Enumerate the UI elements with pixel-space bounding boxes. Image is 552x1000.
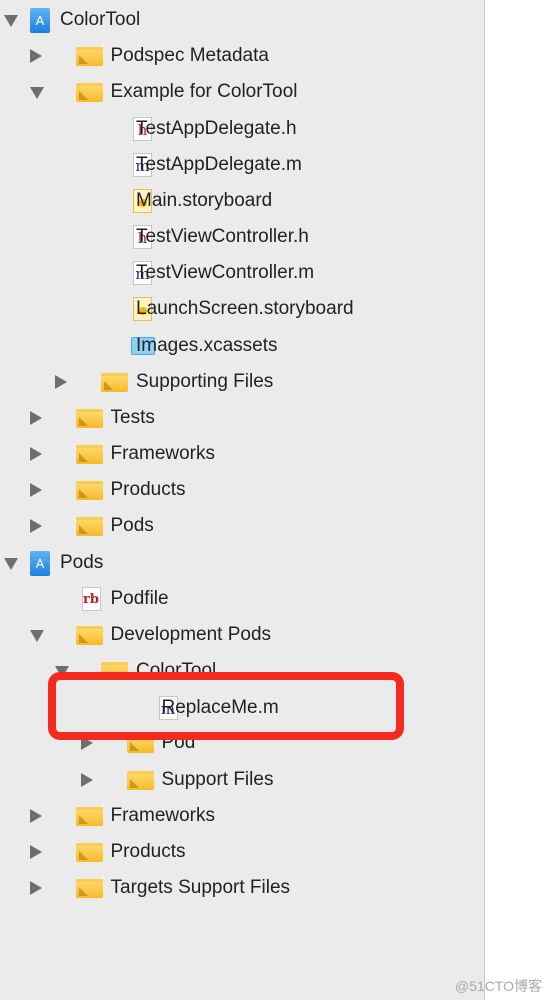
disclosure-collapsed-icon[interactable] (29, 49, 42, 64)
navigator-item[interactable]: Targets Support Files (0, 870, 484, 906)
navigator-item[interactable]: Frameworks (0, 798, 484, 834)
watermark: @51CTO博客 (454, 978, 542, 994)
disclosure-collapsed-icon[interactable] (29, 410, 42, 425)
navigator-item-label: Frameworks (110, 443, 216, 465)
disclosure-collapsed-icon[interactable] (29, 447, 42, 462)
navigator-item[interactable]: LaunchScreen.storyboard (0, 291, 484, 327)
navigator-item[interactable]: Support Files (0, 762, 484, 798)
navigator-item[interactable]: m ReplaceMe.m (0, 690, 484, 726)
folder-icon (75, 517, 103, 537)
disclosure-collapsed-icon[interactable] (29, 844, 42, 859)
navigator-item[interactable]: A Pods (0, 545, 484, 581)
disclosure-expanded-icon[interactable] (29, 87, 44, 100)
disclosure-expanded-icon[interactable] (4, 557, 18, 570)
ruby-file-icon: rb (81, 586, 101, 611)
navigator-item-label: Frameworks (110, 804, 216, 826)
navigator-item[interactable]: Development Pods (0, 617, 484, 653)
navigator-item-label: TestViewController.m (136, 262, 315, 284)
navigator-item-label: TestViewController.h (136, 226, 309, 248)
navigator-item-label: Support Files (161, 768, 274, 790)
folder-icon (75, 806, 103, 826)
navigator-item[interactable]: Pods (0, 508, 484, 544)
navigator-item-label: TestAppDelegate.m (136, 153, 302, 175)
navigator-item-label: Podfile (110, 587, 169, 609)
navigator-item-label: Targets Support Files (110, 877, 291, 899)
navigator-item[interactable]: Podspec Metadata (0, 38, 484, 74)
navigator-item-label: Tests (110, 406, 155, 428)
disclosure-collapsed-icon[interactable] (80, 772, 93, 787)
navigator-item-label: ColorTool (60, 9, 141, 30)
navigator-item-label: Example for ColorTool (110, 81, 298, 103)
navigator-item[interactable]: Supporting Files (0, 364, 484, 400)
disclosure-collapsed-icon[interactable] (29, 519, 42, 534)
navigator-item-label: Products (110, 840, 186, 862)
navigator-item[interactable]: h TestViewController.h (0, 219, 484, 255)
navigator-item-label: Images.xcassets (136, 334, 278, 356)
disclosure-collapsed-icon[interactable] (29, 808, 42, 823)
folder-icon (75, 481, 103, 501)
navigator-item[interactable]: Frameworks (0, 436, 484, 472)
folder-icon (75, 842, 103, 862)
folder-icon (126, 770, 154, 790)
navigator-item-label: ReplaceMe.m (161, 697, 279, 718)
navigator-item[interactable]: A ColorTool (0, 2, 484, 38)
project-icon: A (30, 550, 50, 576)
disclosure-collapsed-icon[interactable] (29, 483, 42, 498)
disclosure-expanded-icon[interactable] (4, 15, 18, 27)
navigator-item-label: Pods (60, 551, 104, 573)
disclosure-collapsed-icon[interactable] (55, 374, 67, 389)
disclosure-expanded-icon[interactable] (29, 629, 44, 642)
editor-area (485, 0, 552, 1000)
project-navigator: A ColorTool Podspec Metadata Example for Co… (0, 0, 485, 1000)
folder-icon (75, 83, 103, 103)
navigator-item-label: Main.storyboard (136, 189, 273, 211)
navigator-item-label: Products (110, 479, 186, 501)
navigator-item[interactable]: Products (0, 472, 484, 508)
navigator-item-label: Supporting Files (136, 370, 274, 392)
navigator-item-label: Pods (110, 515, 154, 537)
folder-icon (75, 408, 103, 428)
project-icon: A (30, 8, 50, 33)
folder-icon (101, 372, 128, 392)
navigator-item[interactable]: Main.storyboard (0, 183, 484, 219)
folder-icon (75, 879, 103, 899)
navigator-item[interactable]: Products (0, 834, 484, 870)
navigator-item-label: Development Pods (110, 623, 272, 645)
navigator-item-label: TestAppDelegate.h (136, 117, 297, 139)
navigator-item-label: Podspec Metadata (110, 45, 269, 67)
navigator-item[interactable]: m TestViewController.m (0, 255, 484, 291)
disclosure-collapsed-icon[interactable] (29, 881, 42, 896)
navigator-item[interactable]: Images.xcassets (0, 328, 484, 364)
navigator-item[interactable]: Example for ColorTool (0, 74, 484, 110)
navigator-item[interactable]: Tests (0, 400, 484, 436)
navigator-item-label: LaunchScreen.storyboard (136, 298, 354, 320)
folder-icon (75, 47, 103, 67)
navigator-item[interactable]: h TestAppDelegate.h (0, 111, 484, 147)
navigator-item[interactable]: m TestAppDelegate.m (0, 147, 484, 183)
folder-icon (75, 445, 103, 465)
navigator-item[interactable]: rb Podfile (0, 581, 484, 617)
folder-icon (75, 625, 103, 645)
